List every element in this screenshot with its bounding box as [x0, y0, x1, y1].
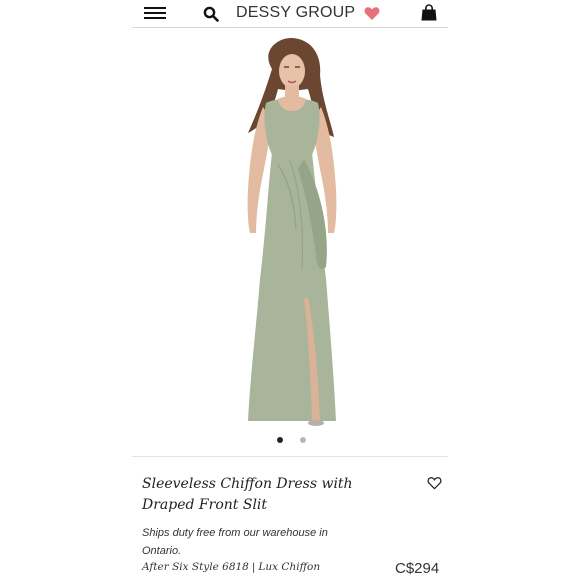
meta-separator: |	[251, 561, 256, 573]
shipping-note: Ships duty free from our warehouse in On…	[142, 527, 328, 557]
style-number: After Six Style 6818	[142, 561, 249, 573]
wishlist-heart-icon[interactable]	[427, 476, 442, 490]
menu-icon[interactable]	[144, 7, 166, 20]
carousel-dot[interactable]	[300, 437, 306, 443]
product-title: Sleeveless Chiffon Dress with Draped Fro…	[142, 476, 353, 513]
carousel-dot-active[interactable]	[277, 437, 283, 443]
product-meta: After Six Style 6818 | Lux Chiffon	[142, 561, 320, 573]
mobile-page: DESSY GROUP Sleeveless Chiffon Dress wit…	[132, 0, 448, 580]
top-nav-bar: DESSY GROUP	[132, 0, 448, 28]
image-carousel-dots	[132, 435, 448, 445]
model-in-dress-image	[247, 37, 337, 426]
brand-logo[interactable]: DESSY GROUP	[236, 4, 355, 22]
search-icon[interactable]	[203, 6, 219, 22]
shopping-bag-icon[interactable]	[421, 4, 437, 21]
divider	[132, 456, 448, 457]
product-image[interactable]	[132, 29, 448, 429]
heart-icon[interactable]	[364, 6, 380, 21]
fabric-name: Lux Chiffon	[258, 561, 321, 573]
price: C$294	[395, 560, 440, 577]
